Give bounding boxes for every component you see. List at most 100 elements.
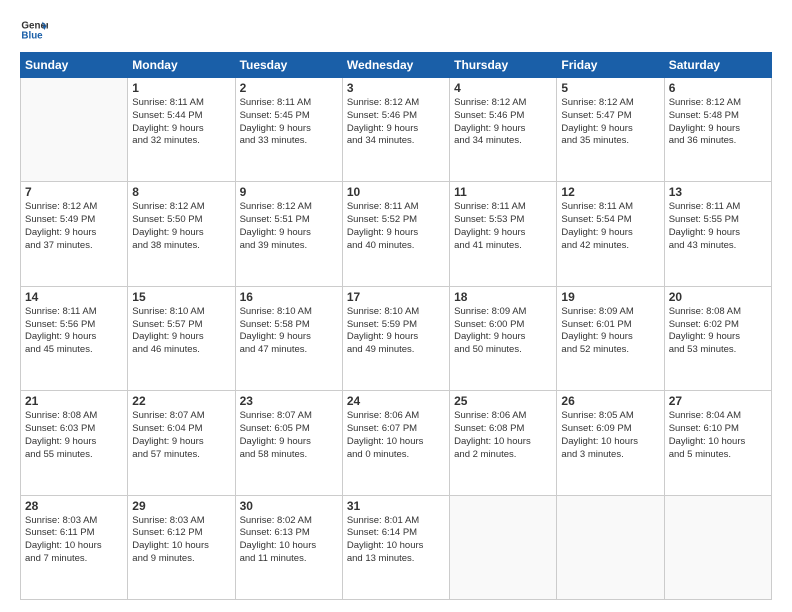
day-number: 30 (240, 499, 338, 513)
day-number: 21 (25, 394, 123, 408)
day-info: Sunrise: 8:11 AM Sunset: 5:54 PM Dayligh… (561, 201, 659, 252)
day-number: 25 (454, 394, 552, 408)
day-number: 1 (132, 81, 230, 95)
logo: General Blue (20, 16, 52, 44)
day-number: 6 (669, 81, 767, 95)
day-number: 20 (669, 290, 767, 304)
calendar-cell: 11 Sunrise: 8:11 AM Sunset: 5:53 PM Dayli… (450, 182, 557, 286)
calendar-cell: 23Sunrise: 8:07 AM Sunset: 6:05 PM Dayli… (235, 391, 342, 495)
calendar-cell: 4 Sunrise: 8:12 AM Sunset: 5:46 PM Daylig… (450, 78, 557, 182)
calendar-cell: 2 Sunrise: 8:11 AM Sunset: 5:45 PM Daylig… (235, 78, 342, 182)
calendar-cell: 17 Sunrise: 8:10 AM Sunset: 5:59 PM Dayli… (342, 286, 449, 390)
calendar-cell: 25 Sunrise: 8:06 AM Sunset: 6:08 PM Dayli… (450, 391, 557, 495)
calendar-cell: 18 Sunrise: 8:09 AM Sunset: 6:00 PM Dayli… (450, 286, 557, 390)
calendar-header-tuesday: Tuesday (235, 53, 342, 78)
day-info: Sunrise: 8:11 AM Sunset: 5:44 PM Dayligh… (132, 97, 230, 148)
day-info: Sunrise: 8:08 AM Sunset: 6:02 PM Dayligh… (669, 306, 767, 357)
day-number: 11 (454, 185, 552, 199)
day-number: 23 (240, 394, 338, 408)
calendar-cell: 6 Sunrise: 8:12 AM Sunset: 5:48 PM Daylig… (664, 78, 771, 182)
day-number: 4 (454, 81, 552, 95)
day-number: 28 (25, 499, 123, 513)
header: General Blue (20, 16, 772, 44)
calendar-cell: 7 Sunrise: 8:12 AM Sunset: 5:49 PM Daylig… (21, 182, 128, 286)
calendar-cell (450, 495, 557, 599)
page: General Blue SundayMondayTuesdayWednesda… (0, 0, 792, 612)
day-info: Sunrise: 8:06 AM Sunset: 6:08 PM Dayligh… (454, 410, 552, 461)
calendar-header-monday: Monday (128, 53, 235, 78)
calendar-cell: 19Sunrise: 8:09 AM Sunset: 6:01 PM Dayli… (557, 286, 664, 390)
calendar-week-row: 7 Sunrise: 8:12 AM Sunset: 5:49 PM Daylig… (21, 182, 772, 286)
calendar-week-row: 14Sunrise: 8:11 AM Sunset: 5:56 PM Dayli… (21, 286, 772, 390)
day-info: Sunrise: 8:11 AM Sunset: 5:52 PM Dayligh… (347, 201, 445, 252)
logo-icon: General Blue (20, 16, 48, 44)
calendar-cell: 27Sunrise: 8:04 AM Sunset: 6:10 PM Dayli… (664, 391, 771, 495)
calendar-header-wednesday: Wednesday (342, 53, 449, 78)
calendar-cell: 30Sunrise: 8:02 AM Sunset: 6:13 PM Dayli… (235, 495, 342, 599)
calendar-cell: 22 Sunrise: 8:07 AM Sunset: 6:04 PM Dayli… (128, 391, 235, 495)
calendar-week-row: 1 Sunrise: 8:11 AM Sunset: 5:44 PM Daylig… (21, 78, 772, 182)
day-info: Sunrise: 8:12 AM Sunset: 5:46 PM Dayligh… (347, 97, 445, 148)
day-info: Sunrise: 8:10 AM Sunset: 5:59 PM Dayligh… (347, 306, 445, 357)
day-number: 24 (347, 394, 445, 408)
calendar-cell: 5 Sunrise: 8:12 AM Sunset: 5:47 PM Daylig… (557, 78, 664, 182)
day-number: 22 (132, 394, 230, 408)
day-number: 7 (25, 185, 123, 199)
calendar-cell: 20 Sunrise: 8:08 AM Sunset: 6:02 PM Dayli… (664, 286, 771, 390)
day-info: Sunrise: 8:12 AM Sunset: 5:46 PM Dayligh… (454, 97, 552, 148)
calendar-cell: 12Sunrise: 8:11 AM Sunset: 5:54 PM Dayli… (557, 182, 664, 286)
day-info: Sunrise: 8:12 AM Sunset: 5:51 PM Dayligh… (240, 201, 338, 252)
calendar-cell: 13Sunrise: 8:11 AM Sunset: 5:55 PM Dayli… (664, 182, 771, 286)
calendar-header-thursday: Thursday (450, 53, 557, 78)
calendar-cell: 26 Sunrise: 8:05 AM Sunset: 6:09 PM Dayli… (557, 391, 664, 495)
day-info: Sunrise: 8:12 AM Sunset: 5:49 PM Dayligh… (25, 201, 123, 252)
calendar-cell (664, 495, 771, 599)
day-info: Sunrise: 8:05 AM Sunset: 6:09 PM Dayligh… (561, 410, 659, 461)
day-number: 9 (240, 185, 338, 199)
day-number: 17 (347, 290, 445, 304)
day-number: 27 (669, 394, 767, 408)
day-number: 5 (561, 81, 659, 95)
day-info: Sunrise: 8:09 AM Sunset: 6:01 PM Dayligh… (561, 306, 659, 357)
day-number: 10 (347, 185, 445, 199)
day-info: Sunrise: 8:12 AM Sunset: 5:50 PM Dayligh… (132, 201, 230, 252)
day-info: Sunrise: 8:07 AM Sunset: 6:04 PM Dayligh… (132, 410, 230, 461)
calendar-header-sunday: Sunday (21, 53, 128, 78)
day-info: Sunrise: 8:03 AM Sunset: 6:12 PM Dayligh… (132, 515, 230, 566)
calendar-week-row: 21 Sunrise: 8:08 AM Sunset: 6:03 PM Dayli… (21, 391, 772, 495)
calendar-cell: 3 Sunrise: 8:12 AM Sunset: 5:46 PM Daylig… (342, 78, 449, 182)
day-number: 14 (25, 290, 123, 304)
day-number: 3 (347, 81, 445, 95)
calendar-cell: 31 Sunrise: 8:01 AM Sunset: 6:14 PM Dayli… (342, 495, 449, 599)
calendar-header-row: SundayMondayTuesdayWednesdayThursdayFrid… (21, 53, 772, 78)
day-number: 2 (240, 81, 338, 95)
day-info: Sunrise: 8:01 AM Sunset: 6:14 PM Dayligh… (347, 515, 445, 566)
day-info: Sunrise: 8:12 AM Sunset: 5:48 PM Dayligh… (669, 97, 767, 148)
calendar-cell: 9 Sunrise: 8:12 AM Sunset: 5:51 PM Daylig… (235, 182, 342, 286)
day-number: 15 (132, 290, 230, 304)
calendar-week-row: 28Sunrise: 8:03 AM Sunset: 6:11 PM Dayli… (21, 495, 772, 599)
svg-text:Blue: Blue (21, 30, 43, 41)
day-number: 31 (347, 499, 445, 513)
day-info: Sunrise: 8:06 AM Sunset: 6:07 PM Dayligh… (347, 410, 445, 461)
day-info: Sunrise: 8:10 AM Sunset: 5:57 PM Dayligh… (132, 306, 230, 357)
day-number: 26 (561, 394, 659, 408)
calendar-cell: 28Sunrise: 8:03 AM Sunset: 6:11 PM Dayli… (21, 495, 128, 599)
calendar-cell: 10 Sunrise: 8:11 AM Sunset: 5:52 PM Dayli… (342, 182, 449, 286)
calendar-cell: 16 Sunrise: 8:10 AM Sunset: 5:58 PM Dayli… (235, 286, 342, 390)
day-info: Sunrise: 8:12 AM Sunset: 5:47 PM Dayligh… (561, 97, 659, 148)
calendar-header-friday: Friday (557, 53, 664, 78)
day-info: Sunrise: 8:11 AM Sunset: 5:45 PM Dayligh… (240, 97, 338, 148)
calendar-cell (21, 78, 128, 182)
day-info: Sunrise: 8:11 AM Sunset: 5:55 PM Dayligh… (669, 201, 767, 252)
day-number: 18 (454, 290, 552, 304)
calendar-cell (557, 495, 664, 599)
day-info: Sunrise: 8:08 AM Sunset: 6:03 PM Dayligh… (25, 410, 123, 461)
calendar-header-saturday: Saturday (664, 53, 771, 78)
day-info: Sunrise: 8:10 AM Sunset: 5:58 PM Dayligh… (240, 306, 338, 357)
day-info: Sunrise: 8:11 AM Sunset: 5:53 PM Dayligh… (454, 201, 552, 252)
calendar-cell: 21 Sunrise: 8:08 AM Sunset: 6:03 PM Dayli… (21, 391, 128, 495)
day-info: Sunrise: 8:09 AM Sunset: 6:00 PM Dayligh… (454, 306, 552, 357)
day-number: 16 (240, 290, 338, 304)
calendar-cell: 24 Sunrise: 8:06 AM Sunset: 6:07 PM Dayli… (342, 391, 449, 495)
